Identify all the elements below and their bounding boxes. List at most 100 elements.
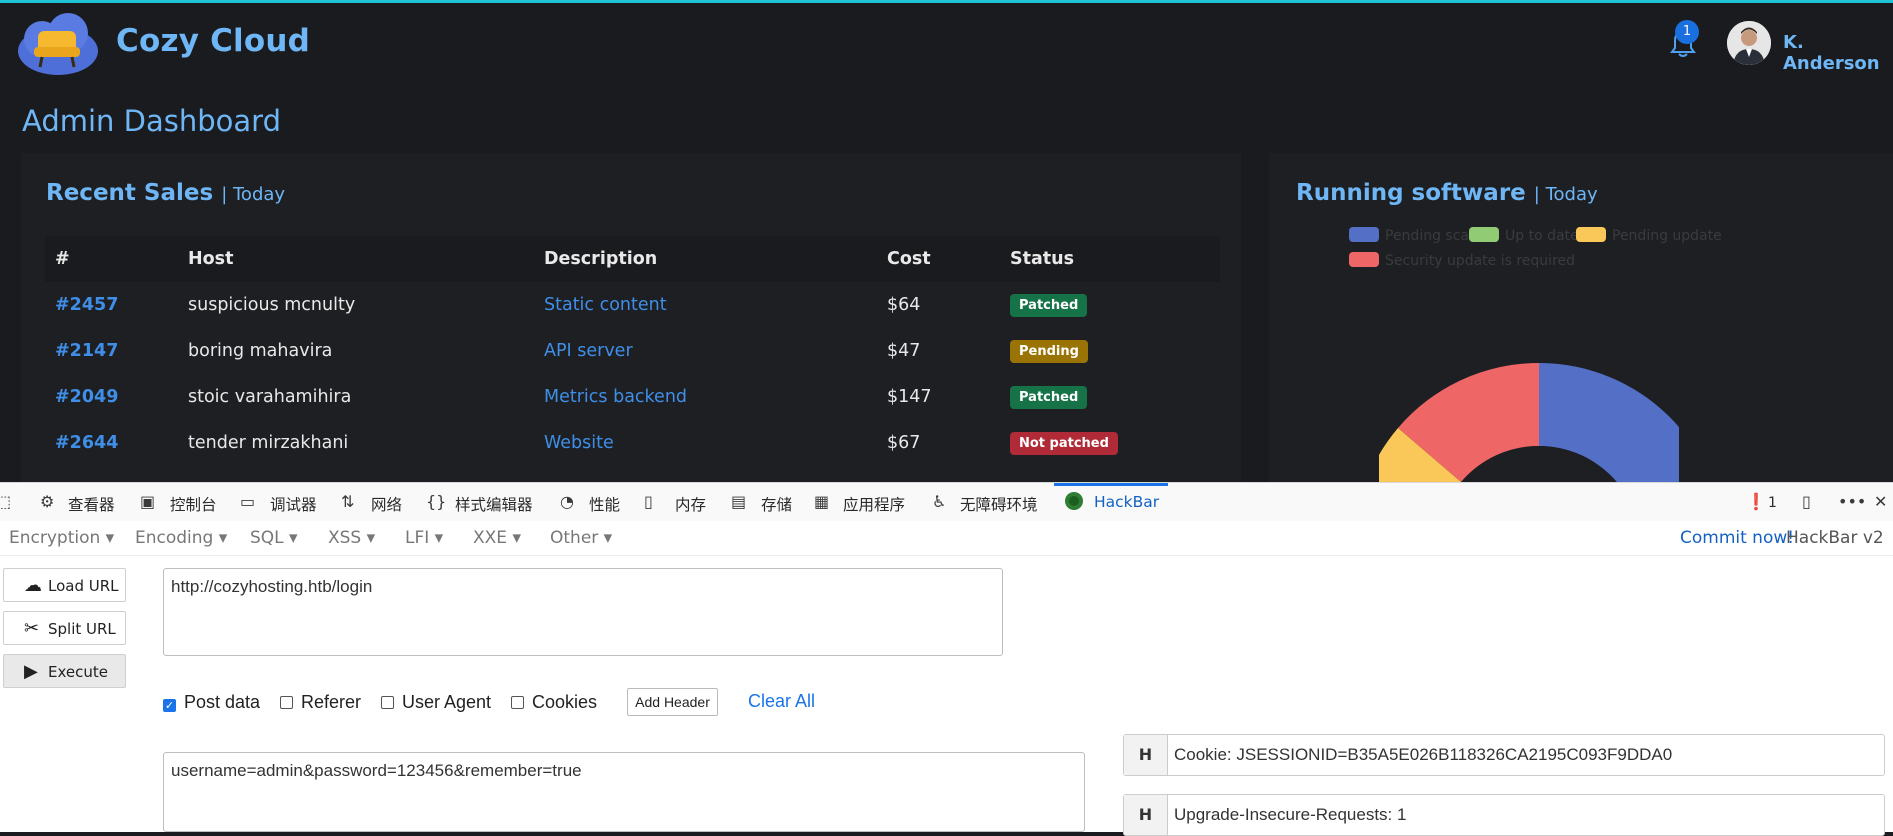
user-avatar[interactable]	[1727, 21, 1771, 65]
tab-performance[interactable]: 性能	[589, 493, 620, 515]
tab-storage[interactable]: 存储	[761, 493, 792, 515]
user-agent-checkbox[interactable]: User Agent	[381, 692, 491, 713]
tab-hackbar[interactable]: HackBar	[1094, 493, 1159, 511]
tab-style-editor[interactable]: 样式编辑器	[455, 493, 533, 515]
legend-label: Pending update	[1612, 228, 1722, 244]
status-badge: Patched	[1010, 293, 1088, 317]
row-cost: $67	[887, 433, 921, 453]
execute-button[interactable]: ▶ Execute	[3, 654, 126, 688]
row-id[interactable]: #2644	[45, 420, 178, 466]
clear-all-link[interactable]: Clear All	[748, 691, 815, 712]
element-picker-icon[interactable]: ⬚	[0, 492, 11, 511]
row-id[interactable]: #2457	[45, 282, 178, 328]
inspector-icon[interactable]: ⚙	[40, 492, 54, 511]
cookies-checkbox[interactable]: Cookies	[511, 692, 597, 713]
menu-encryption[interactable]: Encryption ▾	[9, 528, 114, 548]
network-icon[interactable]: ⇅	[341, 492, 354, 511]
tab-accessibility[interactable]: 无障碍环境	[960, 493, 1038, 515]
console-icon[interactable]: ▣	[140, 492, 155, 511]
tab-application[interactable]: 应用程序	[843, 493, 905, 515]
hackbar-icon[interactable]	[1064, 491, 1084, 515]
legend-item[interactable]: Pending scan	[1349, 227, 1478, 244]
responsive-mode-icon[interactable]: ▯	[1802, 492, 1811, 511]
brand-name[interactable]: Cozy Cloud	[116, 23, 310, 59]
menu-lfi[interactable]: LFI ▾	[405, 528, 443, 548]
post-data-checkbox[interactable]: ✓ Post data	[163, 692, 260, 713]
table-row: #2147 boring mahavira API server $47 Pending	[45, 328, 1220, 374]
error-count[interactable]: 1	[1768, 495, 1777, 511]
tab-inspector[interactable]: 查看器	[68, 493, 115, 515]
table-header-row: # Host Description Cost Status	[45, 236, 1220, 282]
legend-swatch	[1349, 252, 1379, 267]
status-badge: Patched	[1010, 385, 1088, 409]
header-row[interactable]: H Cookie: JSESSIONID=B35A5E026B118326CA2…	[1123, 734, 1885, 776]
split-url-button[interactable]: ✂ Split URL	[3, 611, 126, 645]
checkbox-icon	[381, 696, 394, 709]
execute-label: Execute	[48, 663, 108, 681]
error-icon[interactable]: ❗	[1746, 492, 1766, 511]
user-agent-label: User Agent	[402, 692, 492, 712]
add-header-button[interactable]: Add Header	[627, 688, 718, 716]
tab-console[interactable]: 控制台	[170, 493, 217, 515]
table-row: #2049 stoic varahamihira Metrics backend $1…	[45, 374, 1220, 420]
page-title: Admin Dashboard	[22, 104, 281, 138]
menu-encoding[interactable]: Encoding ▾	[135, 528, 227, 548]
app-window: Cozy Cloud 1 K. Anderson Admin Dashboard…	[0, 3, 1893, 482]
notification-count-badge: 1	[1675, 20, 1699, 44]
user-name[interactable]: K. Anderson	[1783, 32, 1893, 74]
running-software-title-text: Running software	[1296, 180, 1526, 206]
legend-item[interactable]: Security update is required	[1349, 252, 1575, 269]
legend-item[interactable]: Pending update	[1576, 227, 1722, 244]
memory-icon[interactable]: ▯	[644, 492, 653, 511]
row-status: Not patched	[1000, 420, 1220, 466]
play-icon: ▶	[24, 661, 38, 682]
load-url-label: Load URL	[48, 577, 119, 595]
row-id[interactable]: #2147	[45, 328, 178, 374]
menu-lfi-label: LFI	[405, 528, 430, 548]
commit-now-link[interactable]: Commit now!	[1680, 528, 1794, 548]
legend-item[interactable]: Up to date	[1469, 227, 1579, 244]
row-description[interactable]: Website	[534, 420, 877, 466]
row-id[interactable]: #2049	[45, 374, 178, 420]
header-value[interactable]: Cookie: JSESSIONID=B35A5E026B118326CA219…	[1174, 745, 1672, 765]
menu-sql-label: SQL	[250, 528, 284, 548]
storage-icon[interactable]: ▤	[731, 492, 746, 511]
application-icon[interactable]: ▦	[814, 492, 829, 511]
close-icon[interactable]: ✕	[1874, 492, 1887, 511]
row-description[interactable]: API server	[534, 328, 877, 374]
header-value[interactable]: Upgrade-Insecure-Requests: 1	[1174, 805, 1406, 825]
running-software-period: | Today	[1533, 184, 1598, 205]
legend-label: Up to date	[1505, 228, 1579, 244]
performance-icon[interactable]: ◔	[560, 492, 574, 511]
menu-encoding-label: Encoding	[135, 528, 214, 548]
col-cost: Cost	[877, 236, 1000, 282]
menu-other[interactable]: Other ▾	[550, 528, 612, 548]
menu-xss[interactable]: XSS ▾	[328, 528, 375, 548]
header-row[interactable]: H Upgrade-Insecure-Requests: 1	[1123, 794, 1885, 836]
tab-memory[interactable]: 内存	[675, 493, 706, 515]
recent-sales-title-text: Recent Sales	[46, 180, 214, 206]
load-url-button[interactable]: ☁ Load URL	[3, 568, 126, 602]
tab-network[interactable]: 网络	[371, 493, 402, 515]
row-description[interactable]: Static content	[534, 282, 877, 328]
post-data-input[interactable]: username=admin&password=123456&remember=…	[163, 752, 1085, 832]
debugger-icon[interactable]: ▭	[240, 492, 255, 511]
header-key: H	[1124, 735, 1168, 775]
menu-xxe[interactable]: XXE ▾	[473, 528, 521, 548]
menu-other-label: Other	[550, 528, 599, 548]
menu-sql[interactable]: SQL ▾	[250, 528, 298, 548]
referer-checkbox[interactable]: Referer	[280, 692, 361, 713]
style-editor-icon[interactable]: {}	[426, 492, 446, 511]
menu-encryption-label: Encryption	[9, 528, 101, 548]
more-options-icon[interactable]: •••	[1838, 492, 1866, 511]
status-badge: Pending	[1010, 339, 1088, 363]
url-input[interactable]: http://cozyhosting.htb/login	[163, 568, 1003, 656]
col-status: Status	[1000, 236, 1220, 282]
legend-swatch	[1469, 227, 1499, 242]
cozy-cloud-logo[interactable]	[12, 7, 104, 79]
row-description[interactable]: Metrics backend	[534, 374, 877, 420]
hackbar-version: HackBar v2	[1786, 528, 1884, 548]
accessibility-icon[interactable]: ♿	[932, 492, 946, 511]
cookies-label: Cookies	[532, 692, 598, 712]
tab-debugger[interactable]: 调试器	[270, 493, 317, 515]
